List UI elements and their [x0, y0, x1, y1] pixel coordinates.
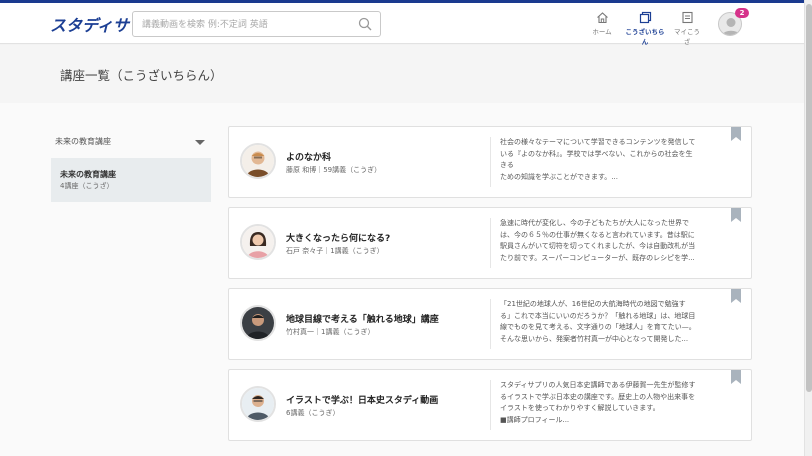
description-line: ための知識を学ぶことができます。...: [500, 172, 618, 181]
description-line: きる: [500, 161, 514, 169]
nav-my-course-label: マイこうざ: [674, 28, 700, 46]
divider: [490, 137, 491, 187]
instructor-portrait-icon: [242, 226, 274, 258]
course-card[interactable]: 大きくなったら何になる? 石戸 奈々子｜1講義（こうぎ） 急速に時代が変化し、今…: [228, 207, 752, 279]
divider: [490, 299, 491, 349]
vertical-scrollbar[interactable]: [804, 0, 812, 456]
nav-my-course[interactable]: マイこうざ: [671, 11, 703, 46]
divider: [490, 380, 491, 430]
description-line: るイラストで学ぶ日本史の講座です。歴史上の人物や出来事を: [500, 392, 696, 401]
description-line: そんな思いから、発案者竹村真一が中心となって開発した...: [500, 334, 689, 343]
title-bar: 講座一覧（こうざいちらん）: [0, 45, 804, 103]
description-line: る」これで本当にいいのだろうか？「触れる地球」は、地球目: [500, 311, 696, 320]
search-icon[interactable]: [358, 17, 372, 31]
description-line: スタディサプリの人気日本史講師である伊藤賀一先生が監修す: [500, 381, 696, 389]
course-meta: 石戸 奈々子｜1講義（こうぎ）: [286, 247, 384, 255]
scrollbar-thumb[interactable]: [806, 4, 812, 392]
main-content: 未来の教育講座 未来の教育講座 4講座（こうざ） よのなか科 藤原 和博｜59講…: [0, 103, 804, 456]
description-line: 社会の様々なテーマについて学習できるコンテンツを発信して: [500, 138, 696, 146]
my-course-icon: [681, 11, 693, 24]
course-description: 「21世紀の地球人が、16世紀の大航海時代の地図で勉強す る」これで本当にいいの…: [500, 299, 723, 345]
bookmark-icon[interactable]: [731, 289, 741, 303]
course-title[interactable]: 大きくなったら何になる?: [286, 231, 390, 244]
chevron-down-icon[interactable]: [195, 140, 205, 145]
description-line: 「21世紀の地球人が、16世紀の大航海時代の地図で勉強す: [500, 300, 686, 308]
description-line: 線でものを見て考える、文字通りの「地球人」を育てたい—。: [500, 323, 696, 331]
search-box[interactable]: [132, 11, 381, 37]
notification-badge: 2: [735, 8, 749, 18]
course-description: スタディサプリの人気日本史講師である伊藤賀一先生が監修す るイラストで学ぶ日本史…: [500, 380, 723, 426]
course-title[interactable]: 地球目線で考える「触れる地球」講座: [286, 312, 439, 325]
nav-home[interactable]: ホーム: [590, 11, 614, 36]
nav-course-list-label: こうざいちらん: [625, 28, 665, 46]
divider: [490, 218, 491, 268]
description-line: 駅員さんがいて切符を切ってくれましたが、今は自動改札が当: [500, 242, 696, 250]
course-card[interactable]: 地球目線で考える「触れる地球」講座 竹村真一｜1講義（こうぎ） 「21世紀の地球…: [228, 288, 752, 360]
description-line: は、今の６５％の仕事が無くなると言われています。昔は駅に: [500, 230, 695, 239]
filter-label: 未来の教育講座: [55, 137, 111, 146]
description-line: 急速に時代が変化し、今の子どもたちが大人になった世界で: [500, 219, 689, 227]
header: スタディサプリ ホーム こうざいちらん マイこうざ: [0, 3, 804, 46]
page-title: 講座一覧（こうざいちらん）: [60, 68, 223, 83]
instructor-portrait-icon: [242, 388, 274, 420]
course-description: 急速に時代が変化し、今の子どもたちが大人になった世界で は、今の６５％の仕事が無…: [500, 218, 723, 264]
instructor-photo: [240, 386, 276, 422]
course-meta: 6講義（こうぎ）: [286, 409, 340, 417]
search-input[interactable]: [133, 13, 348, 37]
instructor-portrait-icon: [242, 145, 274, 177]
sidebar-item-subtitle: 4講座（こうざ）: [60, 182, 114, 190]
instructor-portrait-icon: [242, 307, 274, 339]
home-icon: [596, 12, 608, 24]
nav-course-list[interactable]: こうざいちらん: [623, 11, 667, 46]
course-list-icon: [639, 11, 651, 24]
instructor-photo: [240, 143, 276, 179]
description-line: イラストを使ってわかりやすく解説していきます。: [500, 404, 660, 412]
description-line: ■講師プロフィール...: [500, 415, 570, 424]
course-card[interactable]: イラストで学ぶ！日本史スタディ動画 6講義（こうぎ） スタディサプリの人気日本史…: [228, 369, 752, 441]
category-filter-dropdown[interactable]: 未来の教育講座: [51, 127, 211, 157]
description-line: たり前です。スーパーコンピューターが、既存のレシピを学...: [500, 253, 695, 262]
course-card[interactable]: よのなか科 藤原 和博｜59講義（こうぎ） 社会の様々なテーマについて学習できる…: [228, 126, 752, 198]
instructor-photo: [240, 305, 276, 341]
course-description: 社会の様々なテーマについて学習できるコンテンツを発信して いる『よのなか科』。学…: [500, 137, 723, 183]
sidebar-item-future-education[interactable]: 未来の教育講座 4講座（こうざ）: [51, 158, 211, 202]
instructor-photo: [240, 224, 276, 260]
course-title[interactable]: よのなか科: [286, 150, 331, 163]
course-meta: 藤原 和博｜59講義（こうぎ）: [286, 166, 382, 174]
bookmark-icon[interactable]: [731, 127, 741, 141]
course-title[interactable]: イラストで学ぶ！日本史スタディ動画: [286, 393, 438, 406]
description-line: いる『よのなか科』。学校では学べない、これからの社会を生: [500, 149, 693, 158]
bookmark-icon[interactable]: [731, 208, 741, 222]
bookmark-icon[interactable]: [731, 370, 741, 384]
sidebar-item-title: 未来の教育講座: [60, 170, 116, 179]
course-meta: 竹村真一｜1講義（こうぎ）: [286, 328, 375, 336]
nav-home-label: ホーム: [592, 28, 612, 36]
